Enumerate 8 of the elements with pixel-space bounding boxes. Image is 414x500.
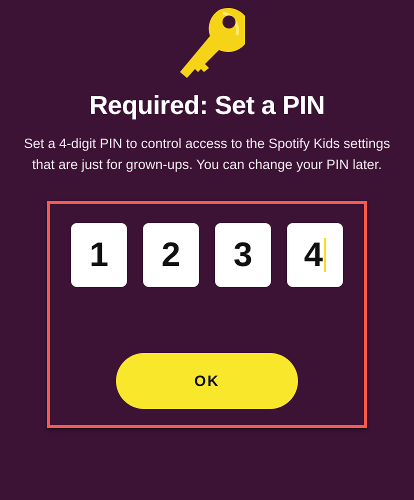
dialog-title: Required: Set a PIN bbox=[89, 90, 325, 121]
description-text: Set a 4-digit PIN to control access to the Spotify Kids settings that are just for grown-ups. You can change your PIN later. bbox=[22, 135, 392, 174]
pin-digit-field[interactable]: 2 bbox=[143, 223, 199, 287]
pin-digit-field[interactable]: 3 bbox=[215, 223, 271, 287]
text-cursor bbox=[324, 238, 326, 272]
pin-digit-field[interactable]: 4 bbox=[287, 223, 343, 287]
ok-button[interactable]: OK bbox=[116, 353, 298, 409]
pin-digit-field[interactable]: 1 bbox=[71, 223, 127, 287]
